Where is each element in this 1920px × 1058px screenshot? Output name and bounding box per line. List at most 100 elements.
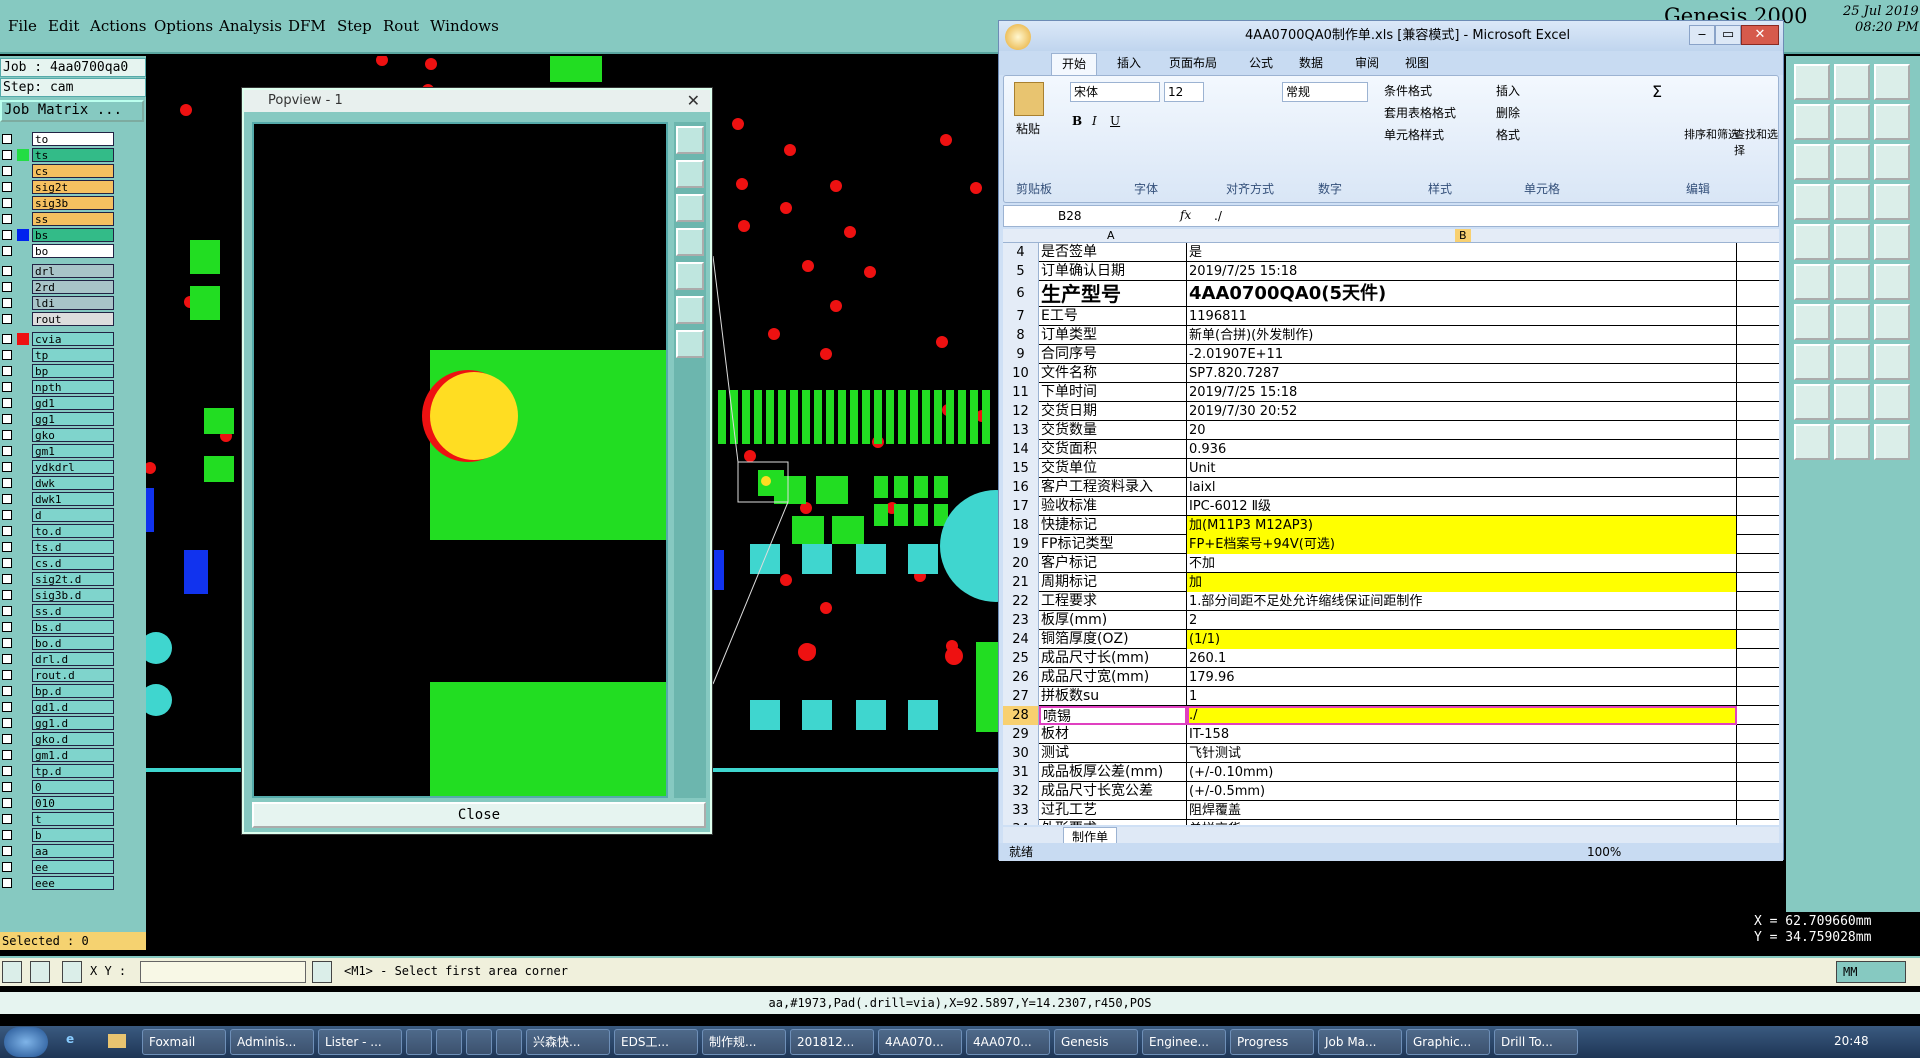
layer-name[interactable]: ee — [32, 860, 114, 874]
taskbar-item[interactable]: 制作规... — [702, 1029, 786, 1055]
row-header[interactable]: 19 — [1003, 535, 1039, 554]
cell-b[interactable]: 4AA0700QA0(5天件) — [1187, 281, 1737, 307]
layer-row[interactable]: gg1 — [0, 412, 118, 426]
layer-row[interactable]: bs.d — [0, 620, 118, 634]
rotate-icon[interactable] — [1834, 344, 1870, 380]
zoom-fit-icon[interactable] — [1874, 104, 1910, 140]
layer-row[interactable]: gd1.d — [0, 700, 118, 714]
warning-b-icon[interactable] — [1874, 424, 1910, 460]
layer-checkbox[interactable] — [2, 282, 12, 292]
row-header[interactable]: 11 — [1003, 383, 1039, 402]
row-header[interactable]: 22 — [1003, 592, 1039, 611]
grid-icon[interactable] — [62, 961, 82, 983]
layer-name[interactable]: ldi — [32, 296, 114, 310]
taskbar-item[interactable]: Job Ma... — [1318, 1029, 1402, 1055]
underline-button[interactable]: U — [1110, 114, 1120, 128]
layer-row[interactable]: dwk1 — [0, 492, 118, 506]
conditional-format-button[interactable]: 条件格式 — [1384, 82, 1432, 99]
layer-row[interactable]: to — [0, 132, 118, 146]
layer-row[interactable]: t — [0, 812, 118, 826]
layer-row[interactable]: sig2t.d — [0, 572, 118, 586]
row-header[interactable]: 9 — [1003, 345, 1039, 364]
layer-name[interactable]: bo.d — [32, 636, 114, 650]
layer-name[interactable]: drl.d — [32, 652, 114, 666]
layer-checkbox[interactable] — [2, 198, 12, 208]
help-icon[interactable] — [1834, 144, 1870, 180]
cell-b[interactable]: FP+E档案号+94V(可选) — [1187, 535, 1737, 554]
layer-checkbox[interactable] — [2, 654, 12, 664]
layer-checkbox[interactable] — [2, 182, 12, 192]
zoom-area-icon[interactable] — [676, 330, 704, 358]
taskbar-item[interactable]: Lister - ... — [318, 1029, 402, 1055]
taskbar-item[interactable]: EDS工... — [614, 1029, 698, 1055]
cell-a[interactable]: 铜箔厚度(OZ) — [1039, 630, 1187, 649]
layer-name[interactable]: cs — [32, 164, 114, 178]
layer-name[interactable]: gm1 — [32, 444, 114, 458]
xy-input[interactable] — [140, 961, 306, 983]
transform-icon[interactable] — [1874, 304, 1910, 340]
pan-left-icon[interactable] — [676, 228, 704, 256]
layer-row[interactable]: rout — [0, 312, 118, 326]
route-icon[interactable] — [1834, 264, 1870, 300]
layer-name[interactable]: 0 — [32, 780, 114, 794]
copy-icon[interactable] — [1834, 384, 1870, 420]
cell-b[interactable]: SP7.820.7287 — [1187, 364, 1737, 383]
taskbar-item[interactable]: 4AA070... — [966, 1029, 1050, 1055]
layer-name[interactable]: sig3b — [32, 196, 114, 210]
layer-checkbox[interactable] — [2, 382, 12, 392]
layer-name[interactable]: rout.d — [32, 668, 114, 682]
layer-row[interactable]: ts — [0, 148, 118, 162]
repeat-icon[interactable] — [1874, 344, 1910, 380]
row-header[interactable]: 28 — [1003, 706, 1039, 725]
layer-name[interactable]: 2rd — [32, 280, 114, 294]
tab-view[interactable]: 视图 — [1405, 54, 1429, 71]
row-header[interactable]: 14 — [1003, 440, 1039, 459]
cell-a[interactable]: 外形要求 — [1039, 820, 1187, 825]
layer-name[interactable]: npth — [32, 380, 114, 394]
taskbar-item[interactable] — [466, 1029, 492, 1055]
layer-name[interactable]: ss — [32, 212, 114, 226]
cell-a[interactable]: 工程要求 — [1039, 592, 1187, 611]
taskbar-item[interactable]: Adminis... — [230, 1029, 314, 1055]
row-header[interactable]: 15 — [1003, 459, 1039, 478]
layer-row[interactable]: aa — [0, 844, 118, 858]
layer-name[interactable]: to.d — [32, 524, 114, 538]
layer-checkbox[interactable] — [2, 718, 12, 728]
flip-icon[interactable] — [1794, 104, 1830, 140]
cell-b[interactable]: 飞针测试 — [1187, 744, 1737, 763]
cell-b[interactable]: 阻焊覆盖 — [1187, 801, 1737, 820]
row-header[interactable]: 5 — [1003, 262, 1039, 281]
cell-a[interactable]: 拼板数su — [1039, 687, 1187, 706]
mirror-icon[interactable] — [1874, 384, 1910, 420]
layer-row[interactable]: bp.d — [0, 684, 118, 698]
cell-a[interactable]: 交货日期 — [1039, 402, 1187, 421]
layer-checkbox[interactable] — [2, 510, 12, 520]
layer-checkbox[interactable] — [2, 606, 12, 616]
layer-checkbox[interactable] — [2, 298, 12, 308]
tab-data[interactable]: 数据 — [1299, 54, 1323, 71]
layer-name[interactable]: bs — [32, 228, 114, 242]
layer-name[interactable]: cs.d — [32, 556, 114, 570]
layer-name[interactable]: ts.d — [32, 540, 114, 554]
layer-name[interactable]: rout — [32, 312, 114, 326]
layer-name[interactable]: bo — [32, 244, 114, 258]
row-header[interactable]: 27 — [1003, 687, 1039, 706]
cell-a[interactable]: 订单确认日期 — [1039, 262, 1187, 281]
layer-checkbox[interactable] — [2, 782, 12, 792]
toggle-icon[interactable] — [1834, 104, 1870, 140]
paste-icon[interactable] — [1014, 82, 1044, 116]
layer-row[interactable]: tp — [0, 348, 118, 362]
layer-checkbox[interactable] — [2, 846, 12, 856]
layer-checkbox[interactable] — [2, 398, 12, 408]
row-header[interactable]: 31 — [1003, 763, 1039, 782]
menu-rout[interactable]: Rout — [383, 17, 419, 35]
layer-name[interactable]: sig2t.d — [32, 572, 114, 586]
cell-a[interactable]: 是否签单 — [1039, 243, 1187, 262]
taskbar-item[interactable] — [496, 1029, 522, 1055]
layer-row[interactable]: eee — [0, 876, 118, 890]
layer-row[interactable]: ldi — [0, 296, 118, 310]
cell-b[interactable]: Unit — [1187, 459, 1737, 478]
layers-b-icon[interactable] — [1834, 184, 1870, 220]
layer-row[interactable]: sig3b.d — [0, 588, 118, 602]
font-size-box[interactable]: 12 — [1164, 82, 1204, 102]
